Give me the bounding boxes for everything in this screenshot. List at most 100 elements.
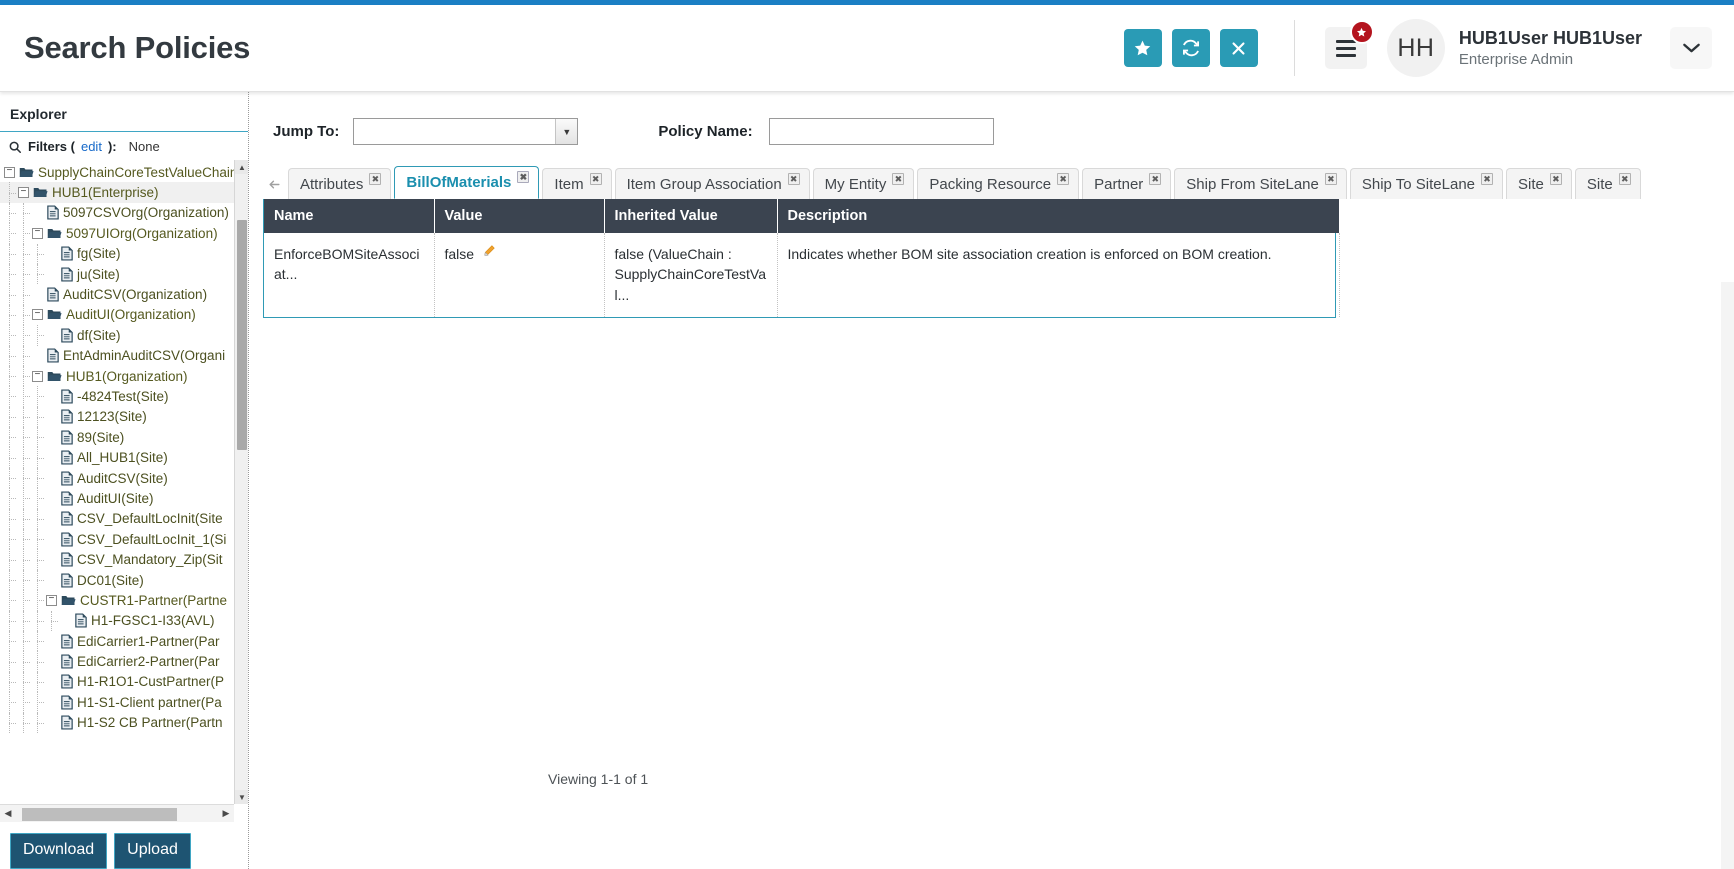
tree-node[interactable]: − HUB1(Enterprise) [0,182,234,204]
filters-edit-link[interactable]: edit [81,139,102,154]
tab-my-entity[interactable]: My Entity ✖ [812,168,915,199]
tree-node[interactable]: DC01(Site) [0,569,234,591]
edit-pencil-icon[interactable] [477,245,496,262]
tree-indent-guide [4,467,17,489]
tree-node-label: H1-FGSC1-I33(AVL) [91,613,215,629]
tree-node[interactable]: H1-S1-Client partner(Pa [0,692,234,713]
viewing-status: Viewing 1-1 of 1 [548,771,649,787]
tree-vertical-scrollbar[interactable]: ▲ ▼ [234,160,248,804]
tree-horizontal-scrollbar[interactable]: ◀ ▶ [0,804,234,822]
user-menu-toggle[interactable] [1670,27,1712,69]
tree-node[interactable]: EntAdminAuditCSV(Organi [0,345,234,367]
tab-ship-from-sitelane[interactable]: Ship From SiteLane ✖ [1174,168,1347,199]
tree-node[interactable]: AuditCSV(Site) [0,467,234,489]
tab-attributes[interactable]: Attributes ✖ [288,168,392,199]
policy-name-input[interactable] [768,118,994,145]
col-inherited-value[interactable]: Inherited Value [604,199,778,233]
tree-node[interactable]: 5097CSVOrg(Organization) [0,202,234,224]
tab-close-icon[interactable]: ✖ [1481,173,1494,185]
tab-partner[interactable]: Partner ✖ [1082,168,1172,199]
tab-item-group-association[interactable]: Item Group Association ✖ [614,168,810,199]
tab-close-icon[interactable]: ✖ [517,171,530,183]
file-icon-wrap [61,246,73,261]
tree-node[interactable]: EdiCarrier1-Partner(Par [0,630,234,652]
tree-indent-guide [32,467,45,489]
hscroll-thumb[interactable] [22,807,177,821]
jump-to-select[interactable]: ▼ [353,118,579,145]
chevron-down-icon[interactable]: ▼ [555,119,578,144]
explorer-tree[interactable]: − SupplyChainCoreTestValueChain(− HUB1(Ent… [0,160,234,804]
tree-collapse-toggle[interactable]: − [4,166,15,178]
tab-close-icon[interactable]: ✖ [1324,173,1337,185]
tree-toggle-spacer [46,432,57,443]
tree-indent-guide [18,263,31,285]
tree-node[interactable]: H1-FGSC1-I33(AVL) [0,610,234,632]
tab-close-icon[interactable]: ✖ [1618,173,1631,185]
filters-value: None [128,139,160,154]
scroll-down-arrow[interactable]: ▼ [235,790,248,804]
tab-site[interactable]: Site ✖ [1574,168,1641,199]
tab-scroll-left-arrow[interactable] [263,169,285,199]
col-name[interactable]: Name [264,199,435,233]
scroll-right-arrow[interactable]: ▶ [218,806,234,822]
scroll-up-arrow[interactable]: ▲ [235,160,248,174]
tree-node[interactable]: EdiCarrier2-Partner(Par [0,651,234,673]
tab-close-icon[interactable]: ✖ [787,173,800,185]
tab-packing-resource[interactable]: Packing Resource ✖ [917,168,1080,199]
tree-indent-guide [32,529,45,550]
tree-node[interactable]: df(Site) [0,325,234,346]
tree-node[interactable]: H1-R1O1-CustPartner(P [0,671,234,693]
tab-item[interactable]: Item ✖ [542,168,612,199]
tree-node[interactable]: CSV_Mandatory_Zip(Sit [0,549,234,571]
tree-node[interactable]: − AuditUI(Organization) [0,304,234,326]
tree-indent-guide [32,243,45,265]
download-button[interactable]: Download [10,833,108,869]
tab-bar[interactable]: Attributes ✖ BillOfMaterials ✖ Item ✖ Item Gro… [249,165,1734,199]
tree-collapse-toggle[interactable]: − [46,594,57,606]
upload-button[interactable]: Upload [114,833,191,869]
tab-billofmaterials[interactable]: BillOfMaterials ✖ [394,166,540,199]
tree-indent-guide [18,427,31,448]
tree-node[interactable]: ju(Site) [0,263,234,285]
tree-node[interactable]: AuditUI(Site) [0,488,234,510]
tree-collapse-toggle[interactable]: − [32,370,43,382]
scroll-left-arrow[interactable]: ◀ [0,806,16,822]
favorite-button[interactable] [1123,29,1162,67]
tree-node[interactable]: CSV_DefaultLocInit_1(Si [0,529,234,550]
tree-node[interactable]: 12123(Site) [0,406,234,428]
tab-ship-to-sitelane[interactable]: Ship To SiteLane ✖ [1349,168,1504,199]
tree-node[interactable]: H1-S2 CB Partner(Partn [0,712,234,734]
tab-close-icon[interactable]: ✖ [1057,173,1070,185]
tab-site[interactable]: Site ✖ [1506,168,1572,199]
refresh-button[interactable] [1171,29,1210,67]
tree-node[interactable]: All_HUB1(Site) [0,447,234,469]
tree-collapse-toggle[interactable]: − [32,227,43,239]
tree-node[interactable]: − 5097UIOrg(Organization) [0,223,234,244]
tree-node[interactable]: − SupplyChainCoreTestValueChain( [0,162,234,182]
avatar[interactable]: HH [1386,19,1445,77]
tree-node[interactable]: CSV_DefaultLocInit(Site [0,508,234,530]
tab-close-icon[interactable]: ✖ [589,173,602,185]
star-badge-icon [1357,27,1367,36]
tab-close-icon[interactable]: ✖ [1549,173,1562,185]
tab-close-icon[interactable]: ✖ [1149,173,1162,185]
table-row[interactable]: EnforceBOMSiteAssociat... false false (V… [264,233,1340,317]
hscroll-track[interactable] [16,807,218,821]
tree-collapse-toggle[interactable]: − [32,309,43,321]
scroll-thumb[interactable] [237,220,247,450]
file-icon-wrap [61,674,73,689]
close-button[interactable] [1219,29,1258,67]
tree-node[interactable]: 89(Site) [0,427,234,448]
tree-node[interactable]: AuditCSV(Organization) [0,284,234,306]
tree-node[interactable]: − CUSTR1-Partner(Partne [0,590,234,611]
col-description[interactable]: Description [777,199,1340,233]
tree-node[interactable]: -4824Test(Site) [0,386,234,408]
tab-close-icon[interactable]: ✖ [369,173,382,185]
tab-close-icon[interactable]: ✖ [892,173,905,185]
tree-node[interactable]: − HUB1(Organization) [0,365,234,387]
tree-node[interactable]: fg(Site) [0,243,234,265]
main-vertical-scrollbar[interactable] [1721,282,1734,869]
tree-toggle-spacer [46,717,57,728]
col-value[interactable]: Value [434,199,605,233]
tree-collapse-toggle[interactable]: − [18,187,29,199]
